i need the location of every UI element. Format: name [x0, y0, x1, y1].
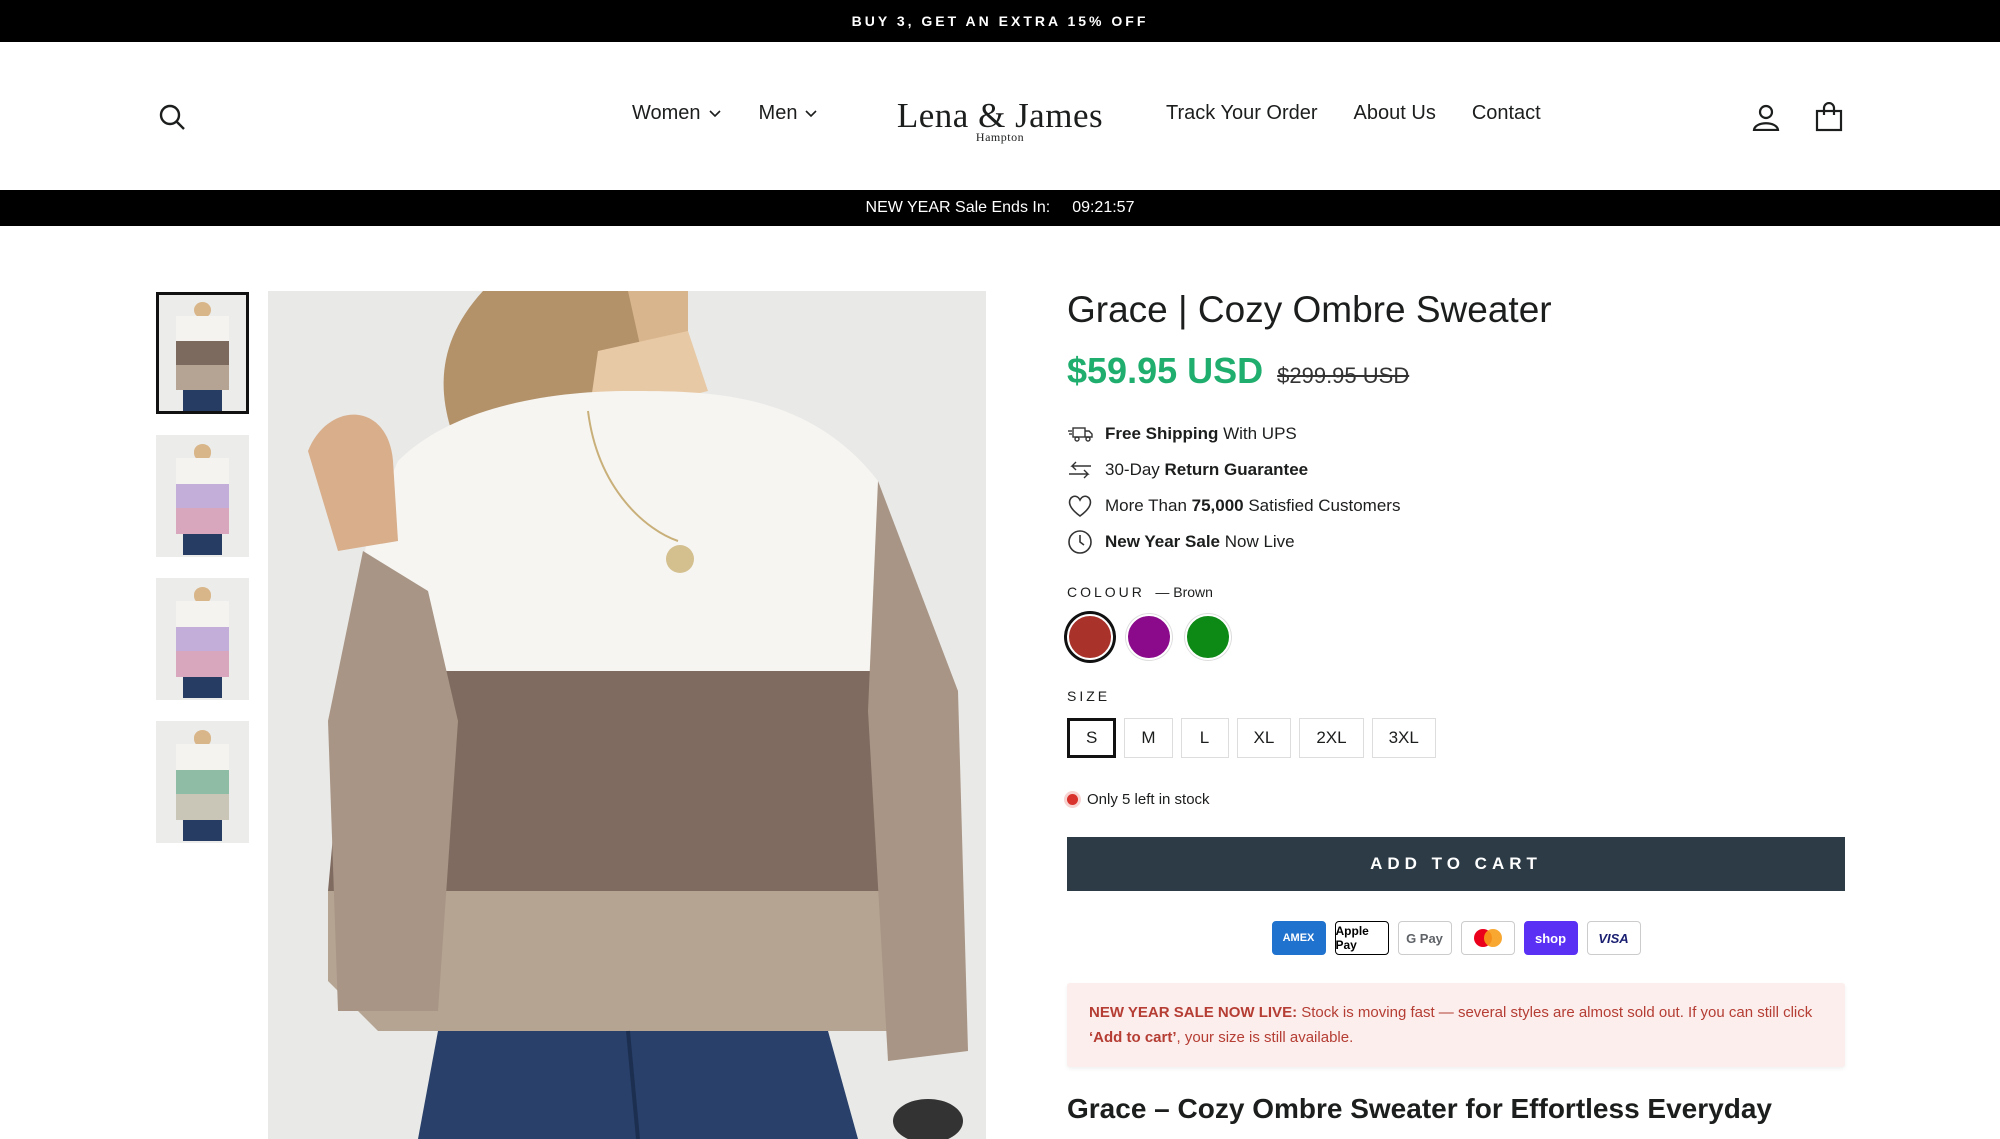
sale-countdown-timer: 09:21:57 [1072, 199, 1135, 216]
chevron-down-icon [805, 109, 818, 117]
truck-icon [1068, 427, 1093, 442]
perk-customers: More Than 75,000 Satisfied Customers [1067, 488, 1845, 524]
product-title: Grace | Cozy Ombre Sweater [1067, 289, 1552, 330]
add-to-cart-button[interactable]: ADD TO CART [1067, 837, 1845, 891]
nav-item-about-us[interactable]: About Us [1354, 102, 1436, 125]
search-icon[interactable] [154, 99, 190, 135]
size-option-s[interactable]: S [1067, 718, 1117, 758]
size-options: S M L XL 2XL 3XL [1067, 718, 1845, 758]
perk-sale: New Year Sale Now Live [1067, 524, 1845, 560]
heart-icon [1068, 495, 1092, 517]
site-logo[interactable]: Lena & James Hampton [880, 98, 1120, 145]
product-thumbnail[interactable] [156, 435, 249, 557]
site-header: Women Men Lena & James Hampton Track You… [0, 42, 2000, 190]
perk-returns: 30-Day Return Guarantee [1067, 452, 1845, 488]
product-info-panel: Grace | Cozy Ombre Sweater $59.95 USD $2… [1067, 288, 1845, 1125]
sale-price: $59.95 USD [1067, 350, 1264, 391]
product-thumbnails [156, 292, 249, 864]
colour-swatch-purple[interactable] [1126, 614, 1172, 660]
logo-wordmark: Lena & James [896, 96, 1104, 135]
sale-countdown-label: NEW YEAR Sale Ends In: [865, 199, 1051, 216]
announcement-bar: BUY 3, GET AN EXTRA 15% OFF [0, 0, 2000, 42]
account-icon[interactable] [1748, 99, 1784, 135]
nav-item-men[interactable]: Men [759, 102, 818, 125]
chevron-down-icon [708, 109, 721, 117]
clock-icon [1068, 530, 1092, 554]
announcement-text: BUY 3, GET AN EXTRA 15% OFF [851, 13, 1149, 29]
perk-text: New Year Sale Now Live [1105, 532, 1295, 551]
nav-item-label: Contact [1471, 102, 1541, 124]
stock-text: Only 5 left in stock [1087, 791, 1210, 808]
perk-text: Free Shipping With UPS [1105, 424, 1297, 443]
size-option-m[interactable]: M [1124, 718, 1173, 758]
nav-item-track-order[interactable]: Track Your Order [1166, 102, 1318, 125]
size-option-xl[interactable]: XL [1236, 718, 1292, 758]
cart-icon[interactable] [1811, 98, 1847, 136]
product-main-image[interactable] [268, 291, 986, 1139]
product-thumbnail[interactable] [156, 721, 249, 843]
nav-item-label: Women [632, 102, 701, 124]
description-heading: Grace – Cozy Ombre Sweater for Effortles… [1067, 1093, 1772, 1124]
apple-pay-icon: Apple Pay [1334, 921, 1389, 955]
size-option-3xl[interactable]: 3XL [1371, 718, 1436, 758]
nav-item-label: Track Your Order [1166, 102, 1318, 124]
colour-option-label: COLOUR — Brown [1067, 584, 1213, 600]
price-row: $59.95 USD $299.95 USD [1067, 350, 1845, 392]
colour-selected-value: — Brown [1155, 584, 1213, 600]
perks-list: Free Shipping With UPS 30-Day Return Gua… [1067, 416, 1845, 560]
product-thumbnail[interactable] [156, 578, 249, 700]
nav-item-label: About Us [1353, 102, 1436, 124]
stock-indicator: Only 5 left in stock [1067, 791, 1845, 808]
mastercard-icon [1460, 921, 1515, 955]
colour-swatches [1067, 614, 1845, 660]
nav-item-women[interactable]: Women [632, 102, 721, 125]
perk-text: More Than 75,000 Satisfied Customers [1105, 496, 1401, 515]
google-pay-icon: G Pay [1397, 921, 1452, 955]
visa-icon: VISA [1586, 921, 1641, 955]
stock-dot-icon [1067, 794, 1078, 805]
nav-item-contact[interactable]: Contact [1472, 102, 1541, 125]
compare-price: $299.95 USD [1277, 363, 1410, 388]
payment-methods: AMEX Apple Pay G Pay shop VISA [1067, 921, 1845, 955]
shop-pay-icon: shop [1523, 921, 1578, 955]
nav-item-label: Men [758, 102, 798, 124]
return-icon [1069, 461, 1091, 479]
size-option-l[interactable]: L [1180, 718, 1229, 758]
perk-shipping: Free Shipping With UPS [1067, 416, 1845, 452]
product-thumbnail[interactable] [156, 292, 249, 414]
colour-swatch-brown[interactable] [1067, 614, 1113, 660]
size-option-label: SIZE [1067, 688, 1111, 704]
size-option-2xl[interactable]: 2XL [1299, 718, 1364, 758]
amex-icon: AMEX [1271, 921, 1326, 955]
sale-countdown-bar: NEW YEAR Sale Ends In: 09:21:57 [0, 190, 2000, 226]
main-nav-left: Women Men [632, 102, 818, 125]
perk-text: 30-Day Return Guarantee [1105, 460, 1309, 479]
main-nav-right: Track Your Order About Us Contact [1166, 102, 1541, 125]
colour-swatch-green[interactable] [1185, 614, 1231, 660]
sale-notice: NEW YEAR SALE NOW LIVE: Stock is moving … [1067, 983, 1845, 1067]
